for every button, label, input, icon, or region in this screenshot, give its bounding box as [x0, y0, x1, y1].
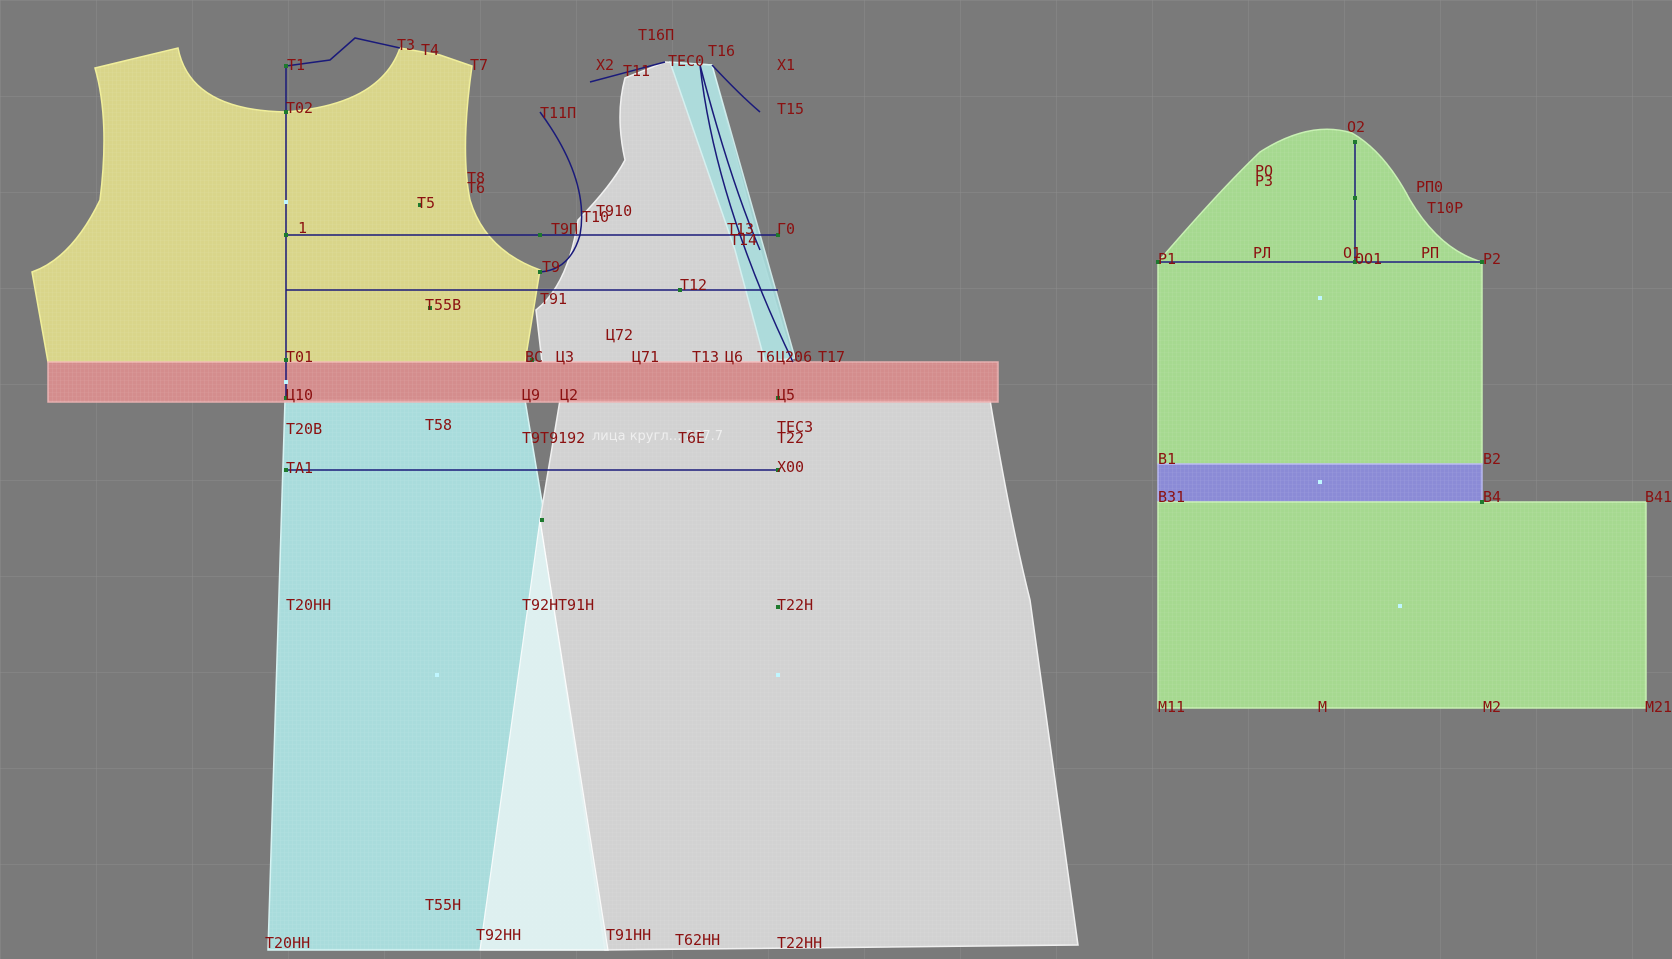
point-label-c9: Ц9 [522, 386, 540, 404]
point-label-b31: B31 [1158, 488, 1185, 506]
point-label-t92h: T92H [522, 596, 558, 614]
point-label-t16p: T16П [638, 26, 674, 44]
point-label-t22hh: T22HH [777, 934, 822, 952]
point-label-pl: PЛ [1253, 244, 1271, 262]
point-label-t55b: T55B [425, 296, 461, 314]
point-label-g0: Г0 [777, 220, 795, 238]
point-label-t1: T1 [287, 56, 305, 74]
point-label-t58: T58 [425, 416, 452, 434]
point-label-c206: Ц206 [776, 348, 812, 366]
sleeve-body-piece[interactable] [1157, 261, 1483, 465]
point-label-t91: T91 [540, 290, 567, 308]
point-label-t12: T12 [680, 276, 707, 294]
point-label-b2: B2 [1483, 450, 1501, 468]
point-label-t17: T17 [818, 348, 845, 366]
point-label-t22h: T22H [777, 596, 813, 614]
point-label-c72: Ц72 [606, 326, 633, 344]
point-label-m2: M2 [1483, 698, 1501, 716]
point-label-t01: T01 [286, 348, 313, 366]
point-label-t22: T22 [777, 429, 804, 447]
point-label-c2: Ц2 [560, 386, 578, 404]
point-label-c5: Ц5 [777, 386, 795, 404]
point-label-t3: T3 [397, 36, 415, 54]
point-label-m11: M11 [1158, 698, 1185, 716]
point-label-c10: Ц10 [286, 386, 313, 404]
point-label-t91h: T91H [558, 596, 594, 614]
point-label-c3: Ц3 [556, 348, 574, 366]
point-label-ta1: TA1 [286, 459, 313, 477]
point-label-t9: T9 [542, 258, 560, 276]
point-label-t55h: T55H [425, 896, 461, 914]
point-label-b41: B41 [1645, 488, 1672, 506]
point-label-t6: T6 [467, 179, 485, 197]
point-label-b4: B4 [1483, 488, 1501, 506]
point-label-tec0: TEC0 [668, 52, 704, 70]
point-label-t16: T16 [708, 42, 735, 60]
point-label-t92hh: T92HH [476, 926, 521, 944]
point-label-p3: P3 [1255, 172, 1273, 190]
point-label-t9192: T9T9192 [522, 429, 585, 447]
point-label-p1: P1 [1158, 250, 1176, 268]
point-label-t62hh: T62HH [675, 931, 720, 949]
point-label-o2: O2 [1347, 118, 1365, 136]
point-label-o01: OO1 [1355, 250, 1382, 268]
point-label-t6b: T6 [757, 348, 775, 366]
point-label-t4: T4 [421, 41, 439, 59]
point-label-t9p: T9П [551, 220, 578, 238]
point-label-t5: T5 [417, 194, 435, 212]
point-label-t15: T15 [777, 100, 804, 118]
point-label-bc: BC [525, 348, 543, 366]
point-label-x00: X00 [777, 458, 804, 476]
point-label-t20hh-mid: T20HH [286, 596, 331, 614]
point-label-m21: M21 [1645, 698, 1672, 716]
point-label-t91hh: T91HH [606, 926, 651, 944]
point-label-t20hh: T20HH [265, 934, 310, 952]
point-label-t20b: T20B [286, 420, 322, 438]
point-label-c71: Ц71 [632, 348, 659, 366]
pattern-canvas[interactable]: T1 T3 T4 T7 T02 T5 T8 T6 1 T55B T01 Ц10 … [0, 0, 1672, 959]
point-label-c6: Ц6 [725, 348, 743, 366]
point-label-t7: T7 [470, 56, 488, 74]
point-label-t14: T14 [730, 231, 757, 249]
point-label-m: M [1318, 698, 1327, 716]
point-label-x1: X1 [777, 56, 795, 74]
point-label-t13b: T13 [692, 348, 719, 366]
point-label-x2: X2 [596, 56, 614, 74]
point-label-p2: P2 [1483, 250, 1501, 268]
point-label-t11: T11 [623, 62, 650, 80]
point-label-t10: T10 [582, 208, 609, 226]
point-label-t02: T02 [286, 99, 313, 117]
point-label-t10p: T10P [1427, 199, 1463, 217]
front-white-lower-piece[interactable] [539, 399, 1079, 951]
point-label-t6e: T6E [678, 429, 705, 447]
point-label-t11p: T11П [540, 104, 576, 122]
point-label-pp: PП [1421, 244, 1439, 262]
point-label-b1: B1 [1158, 450, 1176, 468]
point-label-1: 1 [298, 219, 307, 237]
point-label-rp0: PП0 [1416, 178, 1443, 196]
